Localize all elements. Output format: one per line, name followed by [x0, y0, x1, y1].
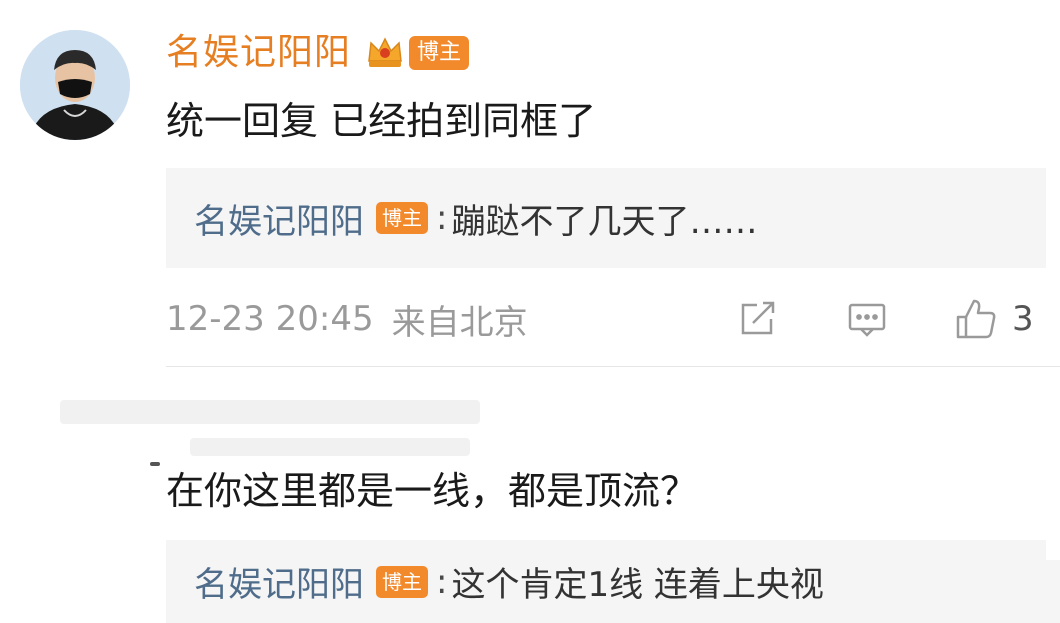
faded-area — [60, 400, 480, 424]
avatar[interactable] — [20, 30, 130, 140]
reply-colon: : — [436, 198, 448, 238]
comment1-author-row: 名娱记阳阳 博主 — [166, 28, 470, 78]
faded-area — [190, 438, 470, 456]
reply-author-name[interactable]: 名娱记阳阳 — [194, 194, 364, 243]
thumbs-up-icon — [952, 295, 1000, 343]
comment-divider — [166, 366, 1060, 367]
reply-colon: : — [436, 561, 448, 602]
comment1-author-name[interactable]: 名娱记阳阳 — [166, 28, 351, 78]
comment1-reply[interactable]: 名娱记阳阳 博主 : 蹦跶不了几天了…… — [166, 168, 1046, 268]
like-count: 3 — [1012, 299, 1034, 339]
share-icon — [735, 297, 779, 341]
reply-blogger-badge: 博主 — [376, 565, 428, 598]
like-button[interactable]: 3 — [952, 294, 1034, 344]
text-fade-overlay — [820, 560, 1060, 623]
comment-timestamp: 12-23 20:45 — [166, 299, 374, 339]
comment2-text: 在你这里都是一线，都是顶流？ — [166, 469, 699, 513]
comment-icon — [845, 297, 889, 341]
comment1-meta: 12-23 20:45 来自北京 — [166, 292, 528, 346]
reply-content: 蹦跶不了几天了…… — [451, 201, 758, 242]
reply-blogger-badge: 博主 — [376, 202, 428, 234]
blogger-badge: 博主 — [409, 36, 470, 70]
reply-author-name[interactable]: 名娱记阳阳 — [194, 557, 364, 606]
share-button[interactable] — [735, 294, 779, 344]
comment1-text: 统一回复 已经拍到同框了 — [166, 99, 597, 143]
comment-location: 来自北京 — [391, 302, 528, 343]
faded-area — [150, 462, 160, 466]
comment-button[interactable] — [845, 294, 889, 344]
reply-content: 这个肯定1线 连着上央视 — [451, 565, 824, 605]
crown-icon — [365, 33, 405, 73]
